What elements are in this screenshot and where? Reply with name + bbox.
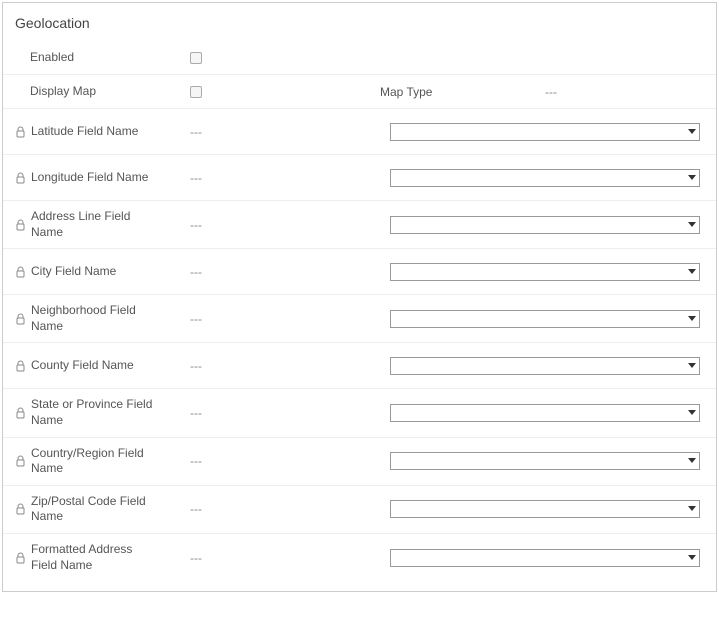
lock-icon [15,360,26,372]
county-select[interactable] [390,357,700,375]
value-address-line: --- [190,218,380,232]
row-zip: Zip/Postal Code Field Name --- [3,486,716,534]
geolocation-panel: Geolocation Enabled Display Map Map Type… [2,2,717,592]
city-select[interactable] [390,263,700,281]
label-latitude: Latitude Field Name [15,124,190,140]
label-formatted: Formatted Address Field Name [15,542,190,573]
row-enabled: Enabled [3,41,716,75]
display-map-checkbox[interactable] [190,86,202,98]
row-country: Country/Region Field Name --- [3,438,716,486]
address-line-select[interactable] [390,216,700,234]
label-enabled: Enabled [15,50,190,66]
value-latitude: --- [190,125,380,139]
row-longitude: Longitude Field Name --- [3,155,716,201]
state-select[interactable] [390,404,700,422]
map-type-group: Map Type --- [380,85,704,99]
row-state: State or Province Field Name --- [3,389,716,437]
label-county: County Field Name [15,358,190,374]
lock-icon [15,313,26,325]
lock-icon [15,126,26,138]
lock-icon [15,219,26,231]
label-neighborhood: Neighborhood Field Name [15,303,190,334]
formatted-select[interactable] [390,549,700,567]
value-state: --- [190,406,380,420]
lock-icon [15,407,26,419]
value-city: --- [190,265,380,279]
panel-title: Geolocation [3,11,716,41]
label-display-map: Display Map [15,84,190,100]
row-latitude: Latitude Field Name --- [3,109,716,155]
longitude-select[interactable] [390,169,700,187]
label-address-line: Address Line Field Name [15,209,190,240]
row-county: County Field Name --- [3,343,716,389]
enabled-checkbox[interactable] [190,52,202,64]
lock-icon [15,552,26,564]
latitude-select[interactable] [390,123,700,141]
lock-icon [15,455,26,467]
label-map-type: Map Type [380,85,545,99]
row-address-line: Address Line Field Name --- [3,201,716,249]
row-neighborhood: Neighborhood Field Name --- [3,295,716,343]
value-enabled [190,52,380,64]
row-formatted: Formatted Address Field Name --- [3,534,716,581]
label-city: City Field Name [15,264,190,280]
row-display-map: Display Map Map Type --- [3,75,716,109]
value-country: --- [190,454,380,468]
value-map-type: --- [545,85,557,99]
lock-icon [15,266,26,278]
zip-select[interactable] [390,500,700,518]
label-state: State or Province Field Name [15,397,190,428]
label-zip: Zip/Postal Code Field Name [15,494,190,525]
value-zip: --- [190,502,380,516]
value-neighborhood: --- [190,312,380,326]
value-display-map [190,86,380,98]
neighborhood-select[interactable] [390,310,700,328]
country-select[interactable] [390,452,700,470]
label-longitude: Longitude Field Name [15,170,190,186]
value-longitude: --- [190,171,380,185]
lock-icon [15,172,26,184]
value-county: --- [190,359,380,373]
lock-icon [15,503,26,515]
row-city: City Field Name --- [3,249,716,295]
value-formatted: --- [190,551,380,565]
label-country: Country/Region Field Name [15,446,190,477]
